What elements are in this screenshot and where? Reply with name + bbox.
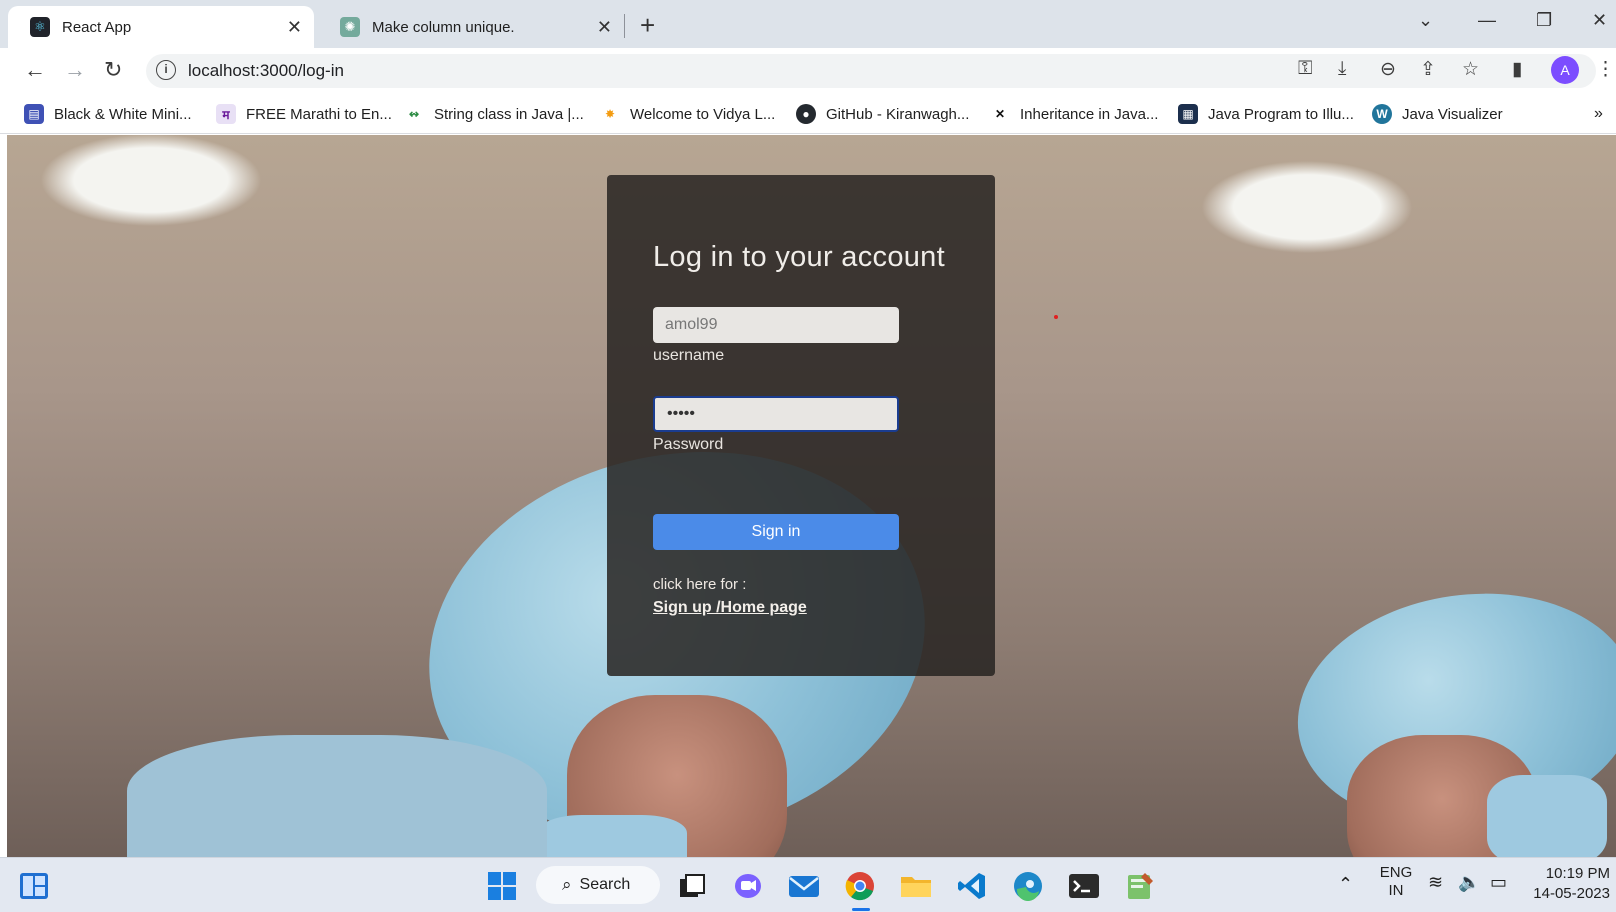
forward-arrow-icon[interactable]: → bbox=[64, 57, 86, 83]
bookmarks-bar: ▤ Black & White Mini... म FREE Marathi t… bbox=[0, 94, 1616, 134]
browser-chrome: ⚛ React App ✕ ✺ Make column unique. ✕ + … bbox=[0, 0, 1616, 135]
gown-left bbox=[127, 735, 547, 857]
signup-home-link[interactable]: Sign up /Home page bbox=[653, 599, 807, 617]
password-input[interactable] bbox=[653, 396, 899, 432]
teams-chat-icon[interactable] bbox=[732, 870, 764, 902]
click-here-text: click here for : bbox=[653, 576, 747, 593]
bookmark-star-icon[interactable]: ☆ bbox=[1462, 58, 1479, 81]
vidya-icon: ✸ bbox=[600, 104, 620, 124]
username-label: username bbox=[653, 347, 725, 364]
key-icon[interactable]: ⚿ bbox=[1298, 58, 1312, 80]
tab-strip: ⚛ React App ✕ ✺ Make column unique. ✕ + … bbox=[0, 0, 1616, 48]
side-panel-icon[interactable]: ▮ bbox=[1512, 58, 1522, 81]
wordpress-icon: W bbox=[1372, 104, 1392, 124]
clock[interactable]: 10:19 PM 14-05-2023 bbox=[1528, 864, 1610, 904]
zoom-out-icon[interactable]: ⊖ bbox=[1380, 58, 1396, 81]
bookmark-item[interactable]: म FREE Marathi to En... bbox=[216, 102, 392, 126]
bookmark-item[interactable]: W Java Visualizer bbox=[1372, 102, 1503, 126]
restore-icon[interactable]: ❐ bbox=[1536, 10, 1552, 31]
taskbar-search[interactable]: ⌕ Search bbox=[536, 866, 660, 904]
close-icon[interactable]: ✕ bbox=[287, 17, 302, 38]
url-text: localhost:3000/log-in bbox=[188, 61, 344, 80]
input-language-indicator[interactable]: ENG IN bbox=[1376, 864, 1416, 900]
kebab-menu-icon[interactable]: ⋮ bbox=[1596, 58, 1615, 81]
browser-toolbar: ← → ↻ i localhost:3000/log-in ⚿ ⤓ ⊖ ⇪ ☆ … bbox=[0, 48, 1616, 94]
file-explorer-icon[interactable] bbox=[900, 870, 932, 902]
github-icon: ● bbox=[796, 104, 816, 124]
javatpoint-icon: ✕ bbox=[990, 104, 1010, 124]
wifi-icon[interactable]: ≋ bbox=[1428, 872, 1443, 893]
chatgpt-icon: ✺ bbox=[340, 17, 360, 37]
bookmark-item[interactable]: ▦ Java Program to Illu... bbox=[1178, 102, 1354, 126]
tab-separator bbox=[624, 14, 625, 38]
login-page-background: Log in to your account username Password… bbox=[7, 135, 1616, 857]
widgets-icon[interactable] bbox=[18, 870, 50, 902]
battery-icon[interactable]: ▭ bbox=[1490, 872, 1507, 893]
sign-in-button[interactable]: Sign in bbox=[653, 514, 899, 550]
install-app-icon[interactable]: ⤓ bbox=[1338, 58, 1346, 80]
geeksforgeeks-icon: ↭ bbox=[404, 104, 424, 124]
bookmark-item[interactable]: ✸ Welcome to Vidya L... bbox=[600, 102, 775, 126]
username-input[interactable] bbox=[653, 307, 899, 343]
bookmark-item[interactable]: ● GitHub - Kiranwagh... bbox=[796, 102, 969, 126]
surgical-mask-left bbox=[537, 815, 687, 857]
java-program-icon: ▦ bbox=[1178, 104, 1198, 124]
minimize-icon[interactable]: — bbox=[1478, 10, 1496, 31]
login-card: Log in to your account username Password… bbox=[607, 175, 995, 676]
notepad-app-icon[interactable] bbox=[1124, 870, 1156, 902]
surgical-mask-right bbox=[1487, 775, 1607, 857]
bookmark-item[interactable]: ↭ String class in Java |... bbox=[404, 102, 584, 126]
windows-start-icon[interactable] bbox=[486, 870, 518, 902]
tab-make-column-unique[interactable]: ✺ Make column unique. ✕ bbox=[318, 6, 624, 48]
vscode-icon[interactable] bbox=[956, 870, 988, 902]
new-tab-plus-icon[interactable]: + bbox=[640, 10, 655, 41]
windows-taskbar: ⌕ Search ⌃ ENG IN ≋ 🔈 ▭ 10:19 PM 14-05-2… bbox=[0, 857, 1616, 912]
terminal-icon[interactable] bbox=[1068, 870, 1100, 902]
react-icon: ⚛ bbox=[30, 17, 50, 37]
search-icon: ⌕ bbox=[562, 875, 572, 894]
volume-icon[interactable]: 🔈 bbox=[1458, 872, 1480, 893]
share-icon[interactable]: ⇪ bbox=[1420, 58, 1436, 81]
printer-icon: ▤ bbox=[24, 104, 44, 124]
chrome-icon[interactable] bbox=[844, 870, 876, 902]
bookmark-item[interactable]: ▤ Black & White Mini... bbox=[24, 102, 192, 126]
marathi-ma-icon: म bbox=[216, 104, 236, 124]
reload-icon[interactable]: ↻ bbox=[104, 57, 122, 83]
password-label: Password bbox=[653, 436, 724, 453]
tab-title: Make column unique. bbox=[372, 18, 515, 36]
edge-icon[interactable] bbox=[1012, 870, 1044, 902]
bookmark-item[interactable]: ✕ Inheritance in Java... bbox=[990, 102, 1158, 126]
site-info-icon[interactable]: i bbox=[156, 60, 176, 80]
tab-search-chevron-icon[interactable]: ⌄ bbox=[1418, 10, 1433, 31]
window-close-icon[interactable]: ✕ bbox=[1592, 10, 1607, 31]
task-view-icon[interactable] bbox=[676, 870, 708, 902]
mail-icon[interactable] bbox=[788, 870, 820, 902]
cursor-dot bbox=[1054, 315, 1058, 319]
login-title: Log in to your account bbox=[653, 241, 945, 273]
active-app-indicator bbox=[852, 908, 870, 911]
close-icon[interactable]: ✕ bbox=[597, 17, 612, 38]
back-arrow-icon[interactable]: ← bbox=[24, 57, 46, 83]
show-hidden-icons-chevron-icon[interactable]: ⌃ bbox=[1338, 874, 1353, 895]
bookmarks-overflow-icon[interactable]: » bbox=[1594, 102, 1603, 126]
address-bar[interactable]: i localhost:3000/log-in bbox=[146, 54, 1596, 88]
profile-avatar[interactable]: A bbox=[1551, 56, 1579, 84]
tab-title: React App bbox=[62, 18, 132, 36]
tab-react-app[interactable]: ⚛ React App ✕ bbox=[8, 6, 314, 48]
